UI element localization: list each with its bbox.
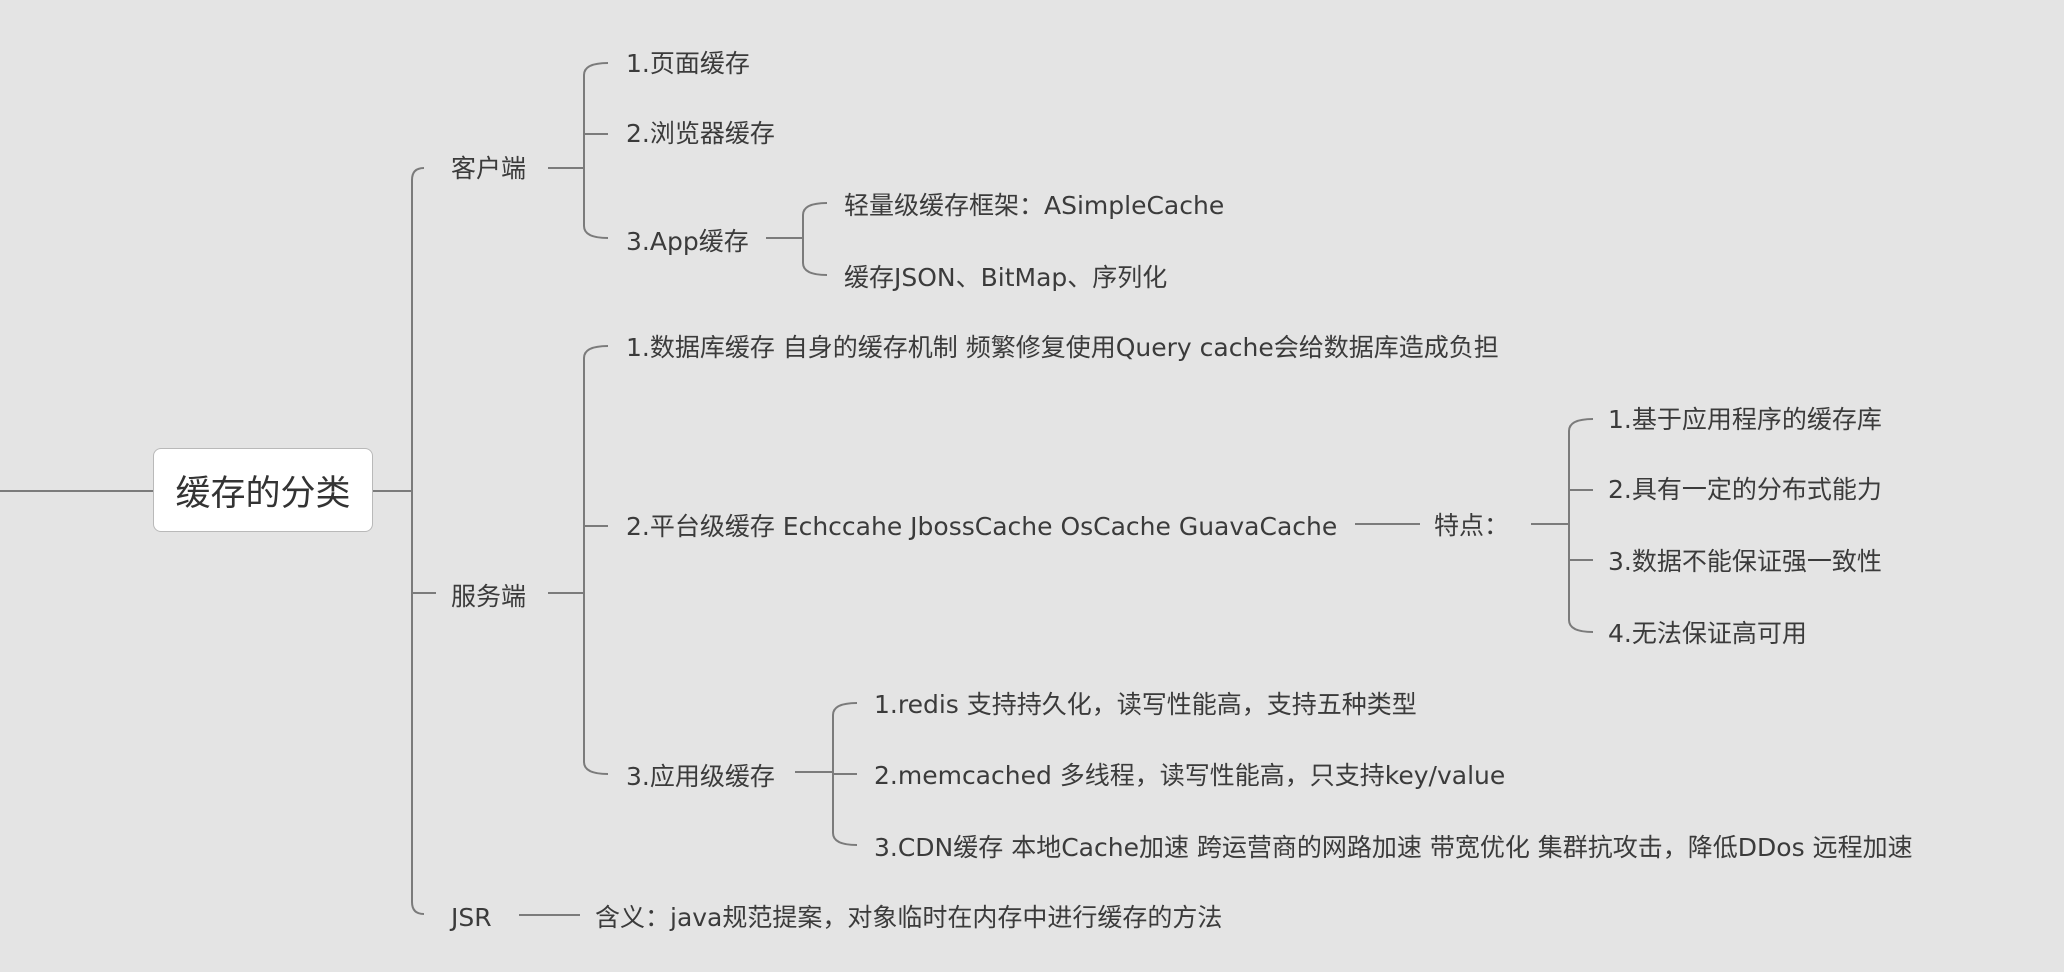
server-item-application-cache[interactable]: 3.应用级缓存 <box>626 760 775 794</box>
client-node[interactable]: 客户端 <box>451 152 526 186</box>
client-item-page-cache[interactable]: 1.页面缓存 <box>626 47 750 81</box>
root-node[interactable]: 缓存的分类 <box>153 448 373 532</box>
root-label: 缓存的分类 <box>175 473 351 514</box>
client-item-browser-cache[interactable]: 2.浏览器缓存 <box>626 117 775 151</box>
app-cache-child-asimplecache[interactable]: 轻量级缓存框架：ASimpleCache <box>844 189 1224 223</box>
feature-item-3[interactable]: 3.数据不能保证强一致性 <box>1608 545 1882 579</box>
platform-feature-node[interactable]: 特点： <box>1434 509 1509 543</box>
server-item-platform-cache[interactable]: 2.平台级缓存 Echccahe JbossCache OsCache Guav… <box>626 510 1337 544</box>
app-level-child-cdn[interactable]: 3.CDN缓存 本地Cache加速 跨运营商的网路加速 带宽优化 集群抗攻击，降… <box>874 831 1913 865</box>
feature-item-2[interactable]: 2.具有一定的分布式能力 <box>1608 473 1882 507</box>
jsr-node[interactable]: JSR <box>451 901 492 935</box>
app-cache-child-json-bitmap[interactable]: 缓存JSON、BitMap、序列化 <box>844 261 1167 295</box>
server-item-database-cache[interactable]: 1.数据库缓存 自身的缓存机制 频繁修复使用Query cache会给数据库造成… <box>626 331 1499 365</box>
jsr-meaning[interactable]: 含义：java规范提案，对象临时在内存中进行缓存的方法 <box>595 901 1222 935</box>
app-level-child-memcached[interactable]: 2.memcached 多线程，读写性能高，只支持key/value <box>874 759 1505 793</box>
app-level-child-redis[interactable]: 1.redis 支持持久化，读写性能高，支持五种类型 <box>874 688 1417 722</box>
client-item-app-cache[interactable]: 3.App缓存 <box>626 225 749 259</box>
feature-item-1[interactable]: 1.基于应用程序的缓存库 <box>1608 403 1882 437</box>
server-node[interactable]: 服务端 <box>451 580 526 614</box>
mind-map: 缓存的分类 客户端 服务端 JSR 1.页面缓存 2.浏览器缓存 3.App缓存… <box>0 0 2064 972</box>
feature-item-4[interactable]: 4.无法保证高可用 <box>1608 617 1807 651</box>
